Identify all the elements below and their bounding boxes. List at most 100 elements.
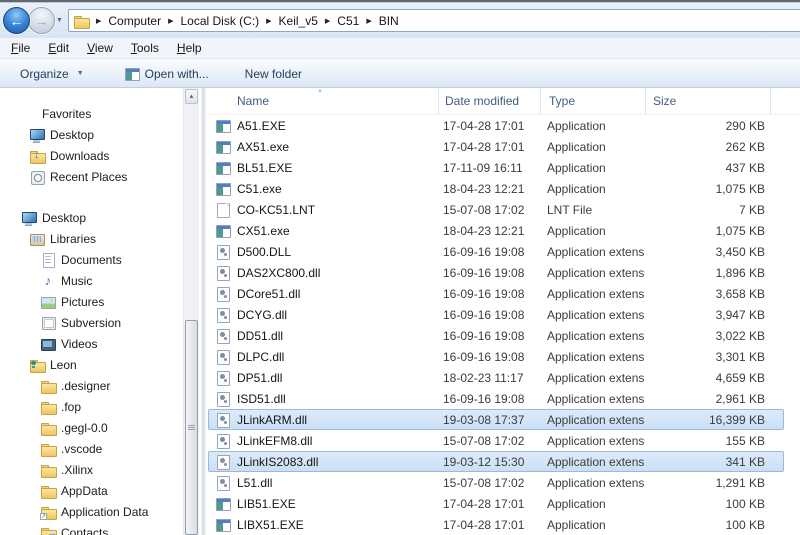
sidebar-item[interactable]: Leon: [0, 354, 183, 375]
menu-tools[interactable]: Tools: [122, 39, 168, 57]
sidebar-item[interactable]: ↓ Downloads: [0, 145, 183, 166]
table-row[interactable]: JLinkARM.dll 19-03-08 17:37 Application …: [208, 409, 784, 430]
column-header-date-modified[interactable]: Date modified: [438, 88, 540, 114]
column-header-row: ▲ Name Date modified Type Size: [207, 88, 800, 115]
dll-icon: [215, 454, 231, 470]
table-row[interactable]: C51.exe 18-04-23 12:21 Application 1,075…: [208, 178, 784, 199]
table-row[interactable]: L51.dll 15-07-08 17:02 Application exten…: [208, 472, 784, 493]
breadcrumb-item[interactable]: Local Disk (C:): [180, 14, 259, 28]
folder-icon: [40, 399, 56, 415]
sidebar-item-label: .Xilinx: [61, 463, 93, 477]
table-row[interactable]: CO-KC51.LNT 15-07-08 17:02 LNT File 7 KB: [208, 199, 784, 220]
file-size: 100 KB: [645, 497, 775, 511]
back-button[interactable]: ←: [3, 7, 30, 34]
file-name: JLinkIS2083.dll: [237, 455, 318, 469]
breadcrumb-item[interactable]: Computer: [108, 14, 161, 28]
table-row[interactable]: DLPC.dll 16-09-16 19:08 Application exte…: [208, 346, 784, 367]
table-row[interactable]: DP51.dll 18-02-23 11:17 Application exte…: [208, 367, 784, 388]
sidebar-item[interactable]: Documents: [0, 249, 183, 270]
table-row[interactable]: DCYG.dll 16-09-16 19:08 Application exte…: [208, 304, 784, 325]
table-row[interactable]: BL51.EXE 17-11-09 16:11 Application 437 …: [208, 157, 784, 178]
organize-button[interactable]: Organize ▼: [14, 64, 90, 84]
sidebar-item-label: Downloads: [50, 149, 109, 163]
application-icon: [215, 160, 231, 176]
music-icon: ♪: [40, 273, 56, 289]
file-type: Application extens...: [540, 413, 645, 427]
sidebar-item[interactable]: Pictures: [0, 291, 183, 312]
file-size: 1,075 KB: [645, 224, 775, 238]
table-row[interactable]: LIBX51.EXE 17-04-28 17:01 Application 10…: [208, 514, 784, 535]
breadcrumb-item[interactable]: Keil_v5: [279, 14, 318, 28]
sidebar-item-label: Documents: [61, 253, 122, 267]
table-row[interactable]: LIB51.EXE 17-04-28 17:01 Application 100…: [208, 493, 784, 514]
table-row[interactable]: DD51.dll 16-09-16 19:08 Application exte…: [208, 325, 784, 346]
sidebar-item[interactable]: .Xilinx: [0, 459, 183, 480]
table-row[interactable]: ISD51.dll 16-09-16 19:08 Application ext…: [208, 388, 784, 409]
table-row[interactable]: AX51.exe 17-04-28 17:01 Application 262 …: [208, 136, 784, 157]
open-with-button[interactable]: Open with...: [118, 63, 215, 85]
sidebar-item[interactable]: Subversion: [0, 312, 183, 333]
sidebar-item[interactable]: Desktop: [0, 124, 183, 145]
sidebar-item-label: Subversion: [61, 316, 121, 330]
breadcrumb-item[interactable]: BIN: [379, 14, 399, 28]
table-row[interactable]: D500.DLL 16-09-16 19:08 Application exte…: [208, 241, 784, 262]
file-size: 3,022 KB: [645, 329, 775, 343]
table-row[interactable]: DCore51.dll 16-09-16 19:08 Application e…: [208, 283, 784, 304]
sort-ascending-icon: ▲: [317, 88, 323, 94]
file-date-modified: 15-07-08 17:02: [438, 476, 540, 490]
current-folder-icon: [73, 13, 89, 29]
sidebar-item-label: Application Data: [61, 505, 148, 519]
file-date-modified: 17-11-09 16:11: [438, 161, 540, 175]
sidebar-item[interactable]: Libraries: [0, 228, 183, 249]
sidebar-item[interactable]: AppData: [0, 480, 183, 501]
sidebar-item[interactable]: .gegl-0.0: [0, 417, 183, 438]
sidebar-item[interactable]: Favorites: [0, 103, 183, 124]
forward-button[interactable]: →: [28, 7, 55, 34]
sidebar-item[interactable]: Recent Places: [0, 166, 183, 187]
sidebar-item[interactable]: Contacts: [0, 522, 183, 535]
table-row[interactable]: JLinkEFM8.dll 15-07-08 17:02 Application…: [208, 430, 784, 451]
sidebar-item[interactable]: Desktop: [0, 207, 183, 228]
application-icon: [215, 517, 231, 533]
menu-view[interactable]: View: [78, 39, 122, 57]
address-history-dropdown-icon[interactable]: ▼: [56, 17, 63, 24]
column-header-size[interactable]: Size: [645, 88, 770, 114]
sidebar-scrollbar[interactable]: ▲: [183, 88, 199, 535]
table-row[interactable]: DAS2XC800.dll 16-09-16 19:08 Application…: [208, 262, 784, 283]
file-name: DCYG.dll: [237, 308, 287, 322]
address-bar[interactable]: ▶ Computer ▶ Local Disk (C:) ▶ Keil_v5 ▶…: [68, 9, 800, 32]
sidebar-item[interactable]: ♪ Music: [0, 270, 183, 291]
open-with-label: Open with...: [145, 67, 209, 81]
sidebar-item[interactable]: .vscode: [0, 438, 183, 459]
new-folder-button[interactable]: New folder: [239, 64, 308, 84]
scroll-up-icon[interactable]: ▲: [185, 89, 198, 104]
sidebar-item[interactable]: ↗ Application Data: [0, 501, 183, 522]
sidebar-item[interactable]: .fop: [0, 396, 183, 417]
desktop-icon: [21, 210, 37, 226]
table-row[interactable]: CX51.exe 18-04-23 12:21 Application 1,07…: [208, 220, 784, 241]
file-date-modified: 18-02-23 11:17: [438, 371, 540, 385]
breadcrumb-item[interactable]: C51: [337, 14, 359, 28]
menu-edit[interactable]: Edit: [39, 39, 78, 57]
sidebar-item[interactable]: .designer: [0, 375, 183, 396]
scrollbar-thumb[interactable]: [185, 320, 198, 535]
table-row[interactable]: JLinkIS2083.dll 19-03-12 15:30 Applicati…: [208, 451, 784, 472]
sidebar-item-label: Desktop: [42, 211, 86, 225]
menu-help[interactable]: Help: [168, 39, 211, 57]
file-size: 341 KB: [645, 455, 775, 469]
file-size: 100 KB: [645, 518, 775, 532]
explorer-window: ← → ▼ ▶ Computer ▶ Local Disk (C:) ▶ Kei…: [0, 0, 800, 535]
menu-file[interactable]: File: [2, 39, 39, 57]
file-date-modified: 19-03-08 17:37: [438, 413, 540, 427]
table-row[interactable]: A51.EXE 17-04-28 17:01 Application 290 K…: [208, 115, 784, 136]
dll-icon: [215, 307, 231, 323]
column-header-type[interactable]: Type: [540, 88, 645, 114]
document-icon: [215, 202, 231, 218]
crumb-separator-icon: ▶: [89, 17, 108, 25]
sidebar-item[interactable]: Videos: [0, 333, 183, 354]
sidebar-item-label: Videos: [61, 337, 97, 351]
file-type: Application: [540, 497, 645, 511]
sidebar-item-label: AppData: [61, 484, 108, 498]
pane-divider[interactable]: [201, 88, 206, 535]
dll-icon: [215, 265, 231, 281]
